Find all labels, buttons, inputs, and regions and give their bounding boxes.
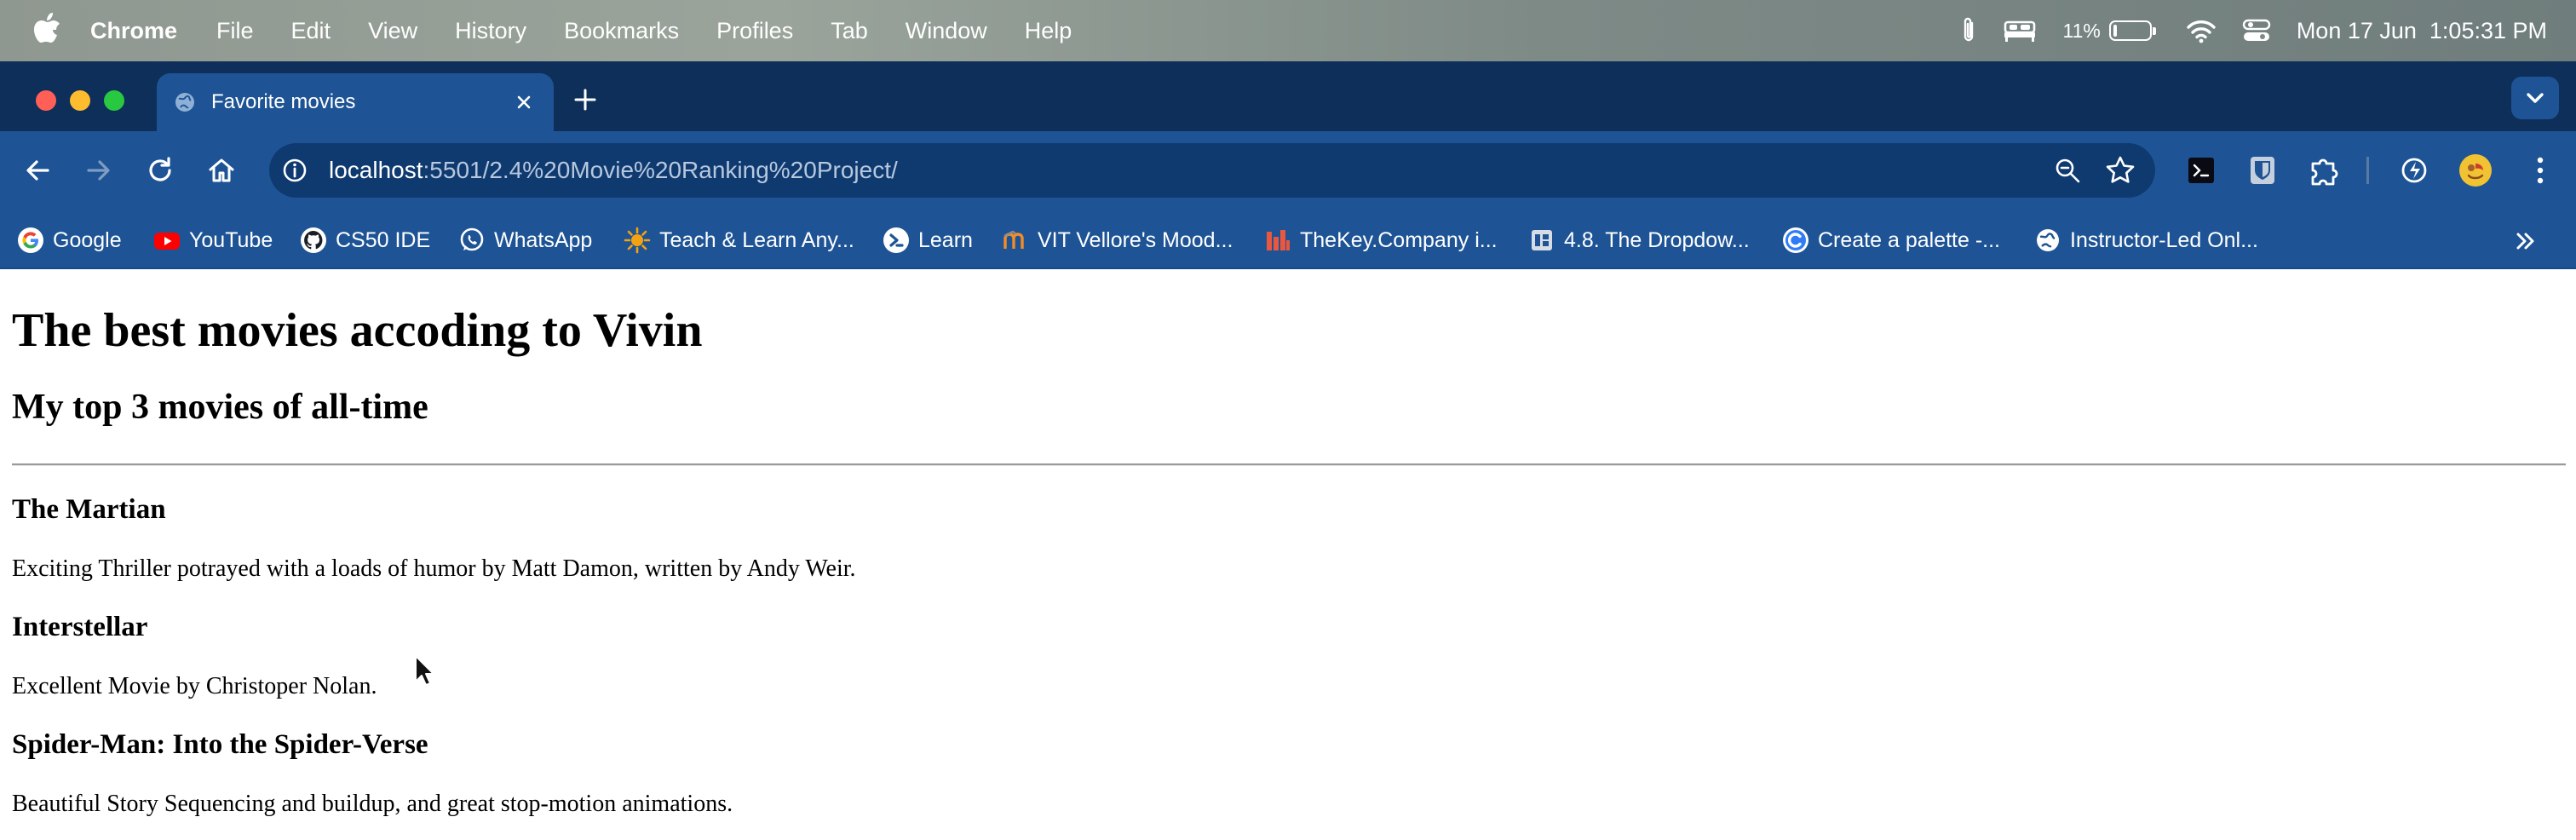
more-menu-icon[interactable]	[2521, 152, 2559, 189]
reload-icon[interactable]	[143, 153, 177, 187]
menu-window[interactable]: Window	[906, 18, 987, 44]
whatsapp-icon	[460, 227, 484, 251]
wifi-icon[interactable]	[2186, 18, 2217, 43]
menu-bookmarks[interactable]: Bookmarks	[564, 18, 679, 44]
terminal-icon	[883, 227, 909, 253]
page-subtitle: My top 3 movies of all-time	[12, 388, 428, 427]
terminal-extension-icon[interactable]	[2182, 152, 2220, 189]
zoom-icon[interactable]	[2053, 156, 2082, 185]
tab-title: Favorite movies	[211, 90, 356, 113]
movie-description: Exciting Thriller potrayed with a loads …	[12, 555, 856, 582]
bookmark-youtube[interactable]: YouTube	[153, 225, 273, 256]
sun-icon	[624, 227, 651, 254]
bookmark-google[interactable]: Google	[17, 225, 122, 256]
google-icon	[18, 227, 43, 253]
page-icon	[1532, 230, 1552, 250]
bookmarks-bar: Google YouTube CS50 IDE WhatsApp Teach &…	[0, 210, 2576, 269]
bookmark-teach-learn[interactable]: Teach & Learn Any...	[624, 225, 854, 256]
mouse-pointer-icon	[415, 655, 434, 686]
horizontal-rule	[12, 463, 2566, 466]
bookmark-whatsapp[interactable]: WhatsApp	[458, 225, 592, 256]
menu-profiles[interactable]: Profiles	[716, 18, 793, 44]
bookmark-label: Create a palette -...	[1818, 227, 2001, 252]
battery-icon[interactable]	[2108, 20, 2156, 41]
paperclip-icon[interactable]	[1960, 16, 1977, 45]
movie-description: Excellent Movie by Christoper Nolan.	[12, 673, 377, 699]
browser-toolbar: localhost:5501/2.4%20Movie%20Ranking%20P…	[0, 131, 2576, 210]
github-icon	[301, 227, 326, 253]
extensions-puzzle-icon[interactable]	[2305, 152, 2343, 189]
url-host: localhost	[329, 157, 423, 183]
movie-title: Spider-Man: Into the Spider-Verse	[12, 729, 428, 760]
address-bar[interactable]: localhost:5501/2.4%20Movie%20Ranking%20P…	[269, 143, 2155, 198]
thekey-icon	[1267, 230, 1290, 250]
page-title: The best movies accoding to Vivin	[12, 304, 703, 357]
bookmark-label: 4.8. The Dropdow...	[1564, 227, 1750, 252]
web-page-content: The best movies accoding to Vivin My top…	[0, 269, 2576, 840]
movie-title: Interstellar	[12, 612, 148, 642]
apple-icon[interactable]	[32, 12, 61, 46]
control-center-icon[interactable]	[2242, 18, 2271, 43]
globe-icon	[2037, 229, 2059, 251]
menu-tab[interactable]: Tab	[831, 18, 868, 44]
close-icon[interactable]	[513, 91, 535, 113]
bookmark-label: Teach & Learn Any...	[659, 227, 854, 252]
bookmark-star-icon[interactable]	[2104, 154, 2136, 187]
window-minimize-button[interactable]	[70, 90, 90, 111]
bookmark-cs50-ide[interactable]: CS50 IDE	[300, 225, 430, 256]
bookmark-vit-moodle[interactable]: VIT Vellore's Mood...	[1002, 225, 1233, 256]
moodle-icon	[1003, 230, 1024, 249]
bookmark-label: VIT Vellore's Mood...	[1038, 227, 1233, 252]
bookmark-thekey-company[interactable]: TheKey.Company i...	[1264, 225, 1498, 256]
tab-strip: Favorite movies	[0, 61, 2576, 131]
new-tab-plus-icon[interactable]	[571, 85, 600, 114]
movie-description: Beautiful Story Sequencing and buildup, …	[12, 791, 733, 817]
menu-view[interactable]: View	[368, 18, 417, 44]
youtube-icon	[154, 233, 180, 250]
bookmark-label: WhatsApp	[494, 227, 593, 252]
menu-file[interactable]: File	[216, 18, 254, 44]
forward-arrow-icon[interactable]	[82, 153, 116, 187]
bookmark-dropdown[interactable]: 4.8. The Dropdow...	[1528, 225, 1750, 256]
macos-menu-bar: Chrome File Edit View History Bookmarks …	[0, 0, 2576, 61]
bookmark-label: Google	[53, 227, 122, 252]
menu-bar-clock[interactable]: Mon 17 Jun 1:05:31 PM	[2297, 18, 2547, 44]
url-text[interactable]: localhost:5501/2.4%20Movie%20Ranking%20P…	[329, 157, 898, 184]
movie-title: The Martian	[12, 494, 166, 525]
bookmark-label: TheKey.Company i...	[1300, 227, 1498, 252]
menu-bar-status: 11% Mon 17 Jun 1:05:31 PM	[1935, 0, 2547, 61]
back-arrow-icon[interactable]	[20, 153, 55, 187]
chevron-double-right-icon[interactable]	[2511, 227, 2540, 256]
bitwarden-shield-icon[interactable]	[2244, 152, 2281, 189]
menu-edit[interactable]: Edit	[291, 18, 331, 44]
menu-history[interactable]: History	[455, 18, 526, 44]
performance-icon[interactable]	[2395, 152, 2433, 189]
bookmark-label: CS50 IDE	[336, 227, 431, 252]
bookmark-label: Learn	[918, 227, 973, 252]
palette-icon	[1783, 227, 1808, 253]
site-info-icon[interactable]	[281, 157, 308, 184]
bookmark-instructor-led[interactable]: Instructor-Led Onl...	[2034, 225, 2258, 256]
url-path: :5501/2.4%20Movie%20Ranking%20Project/	[423, 157, 898, 183]
bookmark-label: Instructor-Led Onl...	[2070, 227, 2258, 252]
bookmark-label: YouTube	[189, 227, 273, 252]
battery-level-fill	[2113, 25, 2117, 37]
tab-search-button[interactable]	[2511, 77, 2559, 119]
app-menus: Chrome File Edit View History Bookmarks …	[90, 0, 1109, 61]
toolbar-divider	[2366, 157, 2369, 184]
tab-favorite-movies[interactable]: Favorite movies	[157, 73, 554, 131]
avatar[interactable]	[2457, 152, 2494, 189]
globe-icon	[175, 93, 194, 112]
bookmark-learn[interactable]: Learn	[883, 225, 973, 256]
window-zoom-button[interactable]	[104, 90, 124, 111]
menu-help[interactable]: Help	[1025, 18, 1072, 44]
battery-percent: 11%	[2062, 19, 2101, 42]
home-icon[interactable]	[204, 153, 239, 187]
menu-app-name[interactable]: Chrome	[90, 18, 177, 44]
bookmark-create-palette[interactable]: Create a palette -...	[1782, 225, 2000, 256]
window-close-button[interactable]	[36, 90, 56, 111]
chevron-down-icon	[2527, 93, 2544, 103]
bed-icon[interactable]	[2003, 18, 2037, 43]
